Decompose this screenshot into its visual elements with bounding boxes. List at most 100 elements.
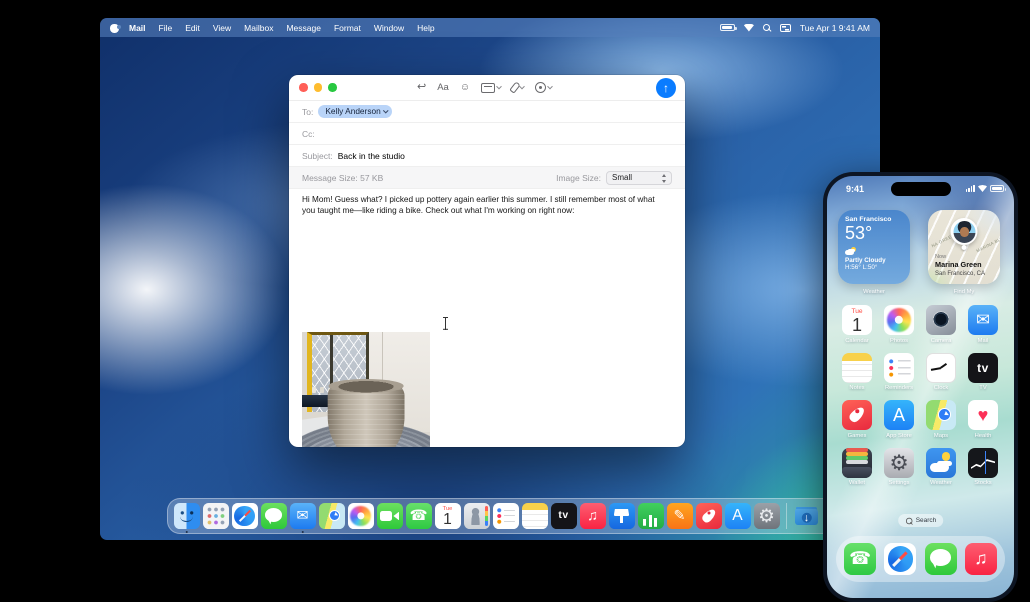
- home-app-settings-ios[interactable]: ⚙ Settings: [878, 447, 920, 486]
- home-app-photos[interactable]: Photos: [878, 305, 920, 344]
- dock-item-maps[interactable]: [318, 503, 345, 529]
- games-icon[interactable]: [695, 503, 722, 529]
- dock-item-launchpad[interactable]: [202, 503, 229, 529]
- dock-item-tv[interactable]: tv: [550, 503, 577, 529]
- home-app-stocks[interactable]: Stocks: [962, 447, 1004, 486]
- zoom-window-button[interactable]: [328, 83, 337, 92]
- wallet-icon[interactable]: [842, 447, 872, 478]
- send-button[interactable]: ↑: [656, 78, 676, 98]
- contacts-icon[interactable]: [463, 503, 490, 529]
- attach-file-button[interactable]: [509, 81, 525, 94]
- weather-app-icon[interactable]: [926, 447, 956, 478]
- dock-item-music[interactable]: ♫: [579, 503, 606, 529]
- tv-icon[interactable]: tv: [550, 503, 577, 529]
- facetime-icon[interactable]: [376, 503, 403, 529]
- apple-menu-icon[interactable]: [110, 22, 121, 33]
- appstore-icon[interactable]: A: [724, 503, 751, 529]
- home-app-tv[interactable]: tv TV: [962, 352, 1004, 391]
- keynote-icon[interactable]: [608, 503, 635, 529]
- dock-item-phone[interactable]: ☎: [405, 503, 432, 529]
- weather-widget[interactable]: San Francisco 53° Partly Cloudy H:56° L:…: [838, 210, 910, 284]
- downloads-icon[interactable]: ↓: [794, 503, 820, 529]
- dock-item-facetime[interactable]: [376, 503, 403, 529]
- insert-media-button[interactable]: [535, 82, 553, 93]
- cc-field[interactable]: Cc:: [289, 123, 685, 145]
- camera-icon[interactable]: [926, 305, 956, 335]
- launchpad-icon[interactable]: [202, 503, 229, 529]
- music-icon[interactable]: ♫: [964, 543, 997, 575]
- control-center-icon[interactable]: [779, 23, 791, 32]
- stocks-icon[interactable]: [968, 447, 998, 478]
- mail-icon[interactable]: ✉: [289, 503, 316, 529]
- dock-item-photos[interactable]: [347, 503, 374, 529]
- dock-item-finder[interactable]: [173, 503, 200, 533]
- reminders-icon[interactable]: [884, 352, 914, 383]
- phone-icon[interactable]: ☎: [405, 503, 432, 529]
- home-app-notes[interactable]: Notes: [836, 352, 878, 391]
- finder-icon[interactable]: [173, 503, 200, 529]
- dock-item-pages[interactable]: ✎: [666, 503, 693, 529]
- home-app-wallet[interactable]: Wallet: [836, 447, 878, 486]
- dock-item-safari[interactable]: [231, 503, 258, 529]
- menu-bar-clock[interactable]: Tue Apr 1 9:41 AM: [800, 23, 870, 33]
- menu-item-view[interactable]: View: [213, 23, 231, 33]
- pages-icon[interactable]: ✎: [666, 503, 693, 529]
- dock-item-games[interactable]: [695, 503, 722, 529]
- home-app-calendar[interactable]: Tue 1 Calendar: [836, 305, 878, 344]
- menu-item-edit[interactable]: Edit: [185, 23, 200, 33]
- emoji-picker-icon[interactable]: ☺: [460, 82, 470, 93]
- header-fields-button[interactable]: [481, 82, 502, 93]
- home-app-maps[interactable]: Maps: [920, 400, 962, 439]
- settings-mac-icon[interactable]: ⚙: [753, 503, 780, 529]
- messages-icon[interactable]: [260, 503, 287, 529]
- menu-item-file[interactable]: File: [159, 23, 173, 33]
- dock-item-mail[interactable]: ✉: [289, 503, 316, 533]
- home-app-games[interactable]: Games: [836, 400, 878, 439]
- calendar-icon[interactable]: Tue 1: [842, 305, 872, 335]
- settings-ios-icon[interactable]: ⚙: [884, 447, 914, 478]
- spotlight-search-pill[interactable]: Search: [897, 514, 944, 527]
- to-field[interactable]: To: Kelly Anderson: [289, 101, 685, 123]
- recipient-token[interactable]: Kelly Anderson: [318, 105, 393, 118]
- appstore-icon[interactable]: A: [884, 400, 914, 430]
- menu-item-window[interactable]: Window: [374, 23, 404, 33]
- tv-icon[interactable]: tv: [968, 352, 998, 383]
- subject-field[interactable]: Subject: Back in the studio: [289, 145, 685, 167]
- dock-item-reminders[interactable]: [492, 503, 519, 529]
- dock-item-appstore[interactable]: A: [724, 503, 751, 529]
- dock-item-keynote[interactable]: [608, 503, 635, 529]
- dock-item-calendar[interactable]: Tue 1: [434, 503, 461, 529]
- dock-item-contacts[interactable]: [463, 503, 490, 529]
- games-icon[interactable]: [842, 400, 872, 430]
- battery-icon[interactable]: [719, 24, 737, 31]
- photos-icon[interactable]: [347, 503, 374, 529]
- clock-icon[interactable]: [926, 352, 956, 383]
- home-app-appstore[interactable]: A App Store: [878, 400, 920, 439]
- home-app-reminders[interactable]: Reminders: [878, 352, 920, 391]
- photos-icon[interactable]: [884, 305, 914, 335]
- findmy-widget[interactable]: NA GREEN DR MARINA BLV Now Marina Green …: [928, 210, 1000, 284]
- menu-item-format[interactable]: Format: [334, 23, 361, 33]
- menu-item-mail[interactable]: Mail: [129, 23, 146, 33]
- maps-icon[interactable]: [318, 503, 345, 529]
- music-icon[interactable]: ♫: [579, 503, 606, 529]
- home-app-mail[interactable]: ✉ Mail: [962, 305, 1004, 344]
- dock-item-settings-mac[interactable]: ⚙: [753, 503, 780, 529]
- safari-icon[interactable]: [231, 503, 258, 529]
- messages-icon[interactable]: [924, 543, 957, 575]
- home-app-camera[interactable]: Camera: [920, 305, 962, 344]
- notes-icon[interactable]: [521, 503, 548, 529]
- minimize-window-button[interactable]: [313, 83, 322, 92]
- mail-icon[interactable]: ✉: [968, 305, 998, 335]
- wifi-icon[interactable]: [743, 23, 754, 32]
- home-app-health[interactable]: ♥ Health: [962, 400, 1004, 439]
- health-icon[interactable]: ♥: [968, 400, 998, 430]
- text-format-button[interactable]: Aa: [437, 82, 449, 93]
- phone-icon[interactable]: ☎: [844, 543, 877, 575]
- menu-item-mailbox[interactable]: Mailbox: [244, 23, 273, 33]
- reminders-icon[interactable]: [492, 503, 519, 529]
- menu-item-message[interactable]: Message: [286, 23, 321, 33]
- dock-item-notes[interactable]: [521, 503, 548, 529]
- image-size-dropdown[interactable]: Small: [606, 170, 672, 185]
- undo-icon[interactable]: ↩: [417, 82, 426, 93]
